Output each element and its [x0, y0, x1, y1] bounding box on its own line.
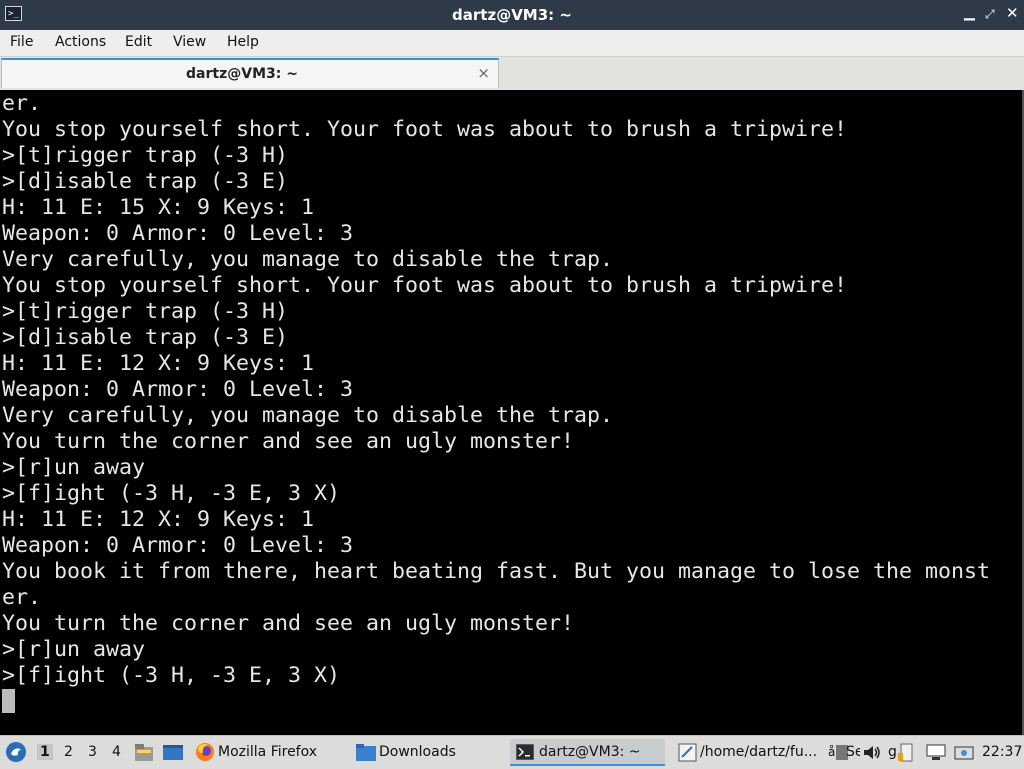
- tab-label: dartz@VM3: ~: [186, 66, 298, 82]
- terminal-line: You stop yourself short. Your foot was a…: [2, 117, 848, 142]
- minimize-icon[interactable]: ▁: [964, 5, 975, 21]
- terminal-line: H: 11 E: 12 X: 9 Keys: 1: [2, 507, 315, 532]
- terminal-line: Weapon: 0 Armor: 0 Level: 3: [2, 533, 354, 558]
- task-g[interactable]: g: [888, 744, 898, 760]
- menu-actions[interactable]: Actions: [55, 34, 106, 50]
- start-menu-icon[interactable]: [5, 741, 27, 763]
- tab-bar: dartz@VM3: ~ ×: [0, 57, 1024, 90]
- task-downloads[interactable]: Downloads: [379, 744, 456, 760]
- workspace-4[interactable]: 4: [112, 744, 121, 760]
- network-icon[interactable]: [926, 744, 946, 761]
- terminal-line: Weapon: 0 Armor: 0 Level: 3: [2, 221, 354, 246]
- terminal-line: >[r]un away: [2, 637, 146, 662]
- clock[interactable]: 22:37: [982, 744, 1022, 760]
- close-icon[interactable]: ✕: [1006, 4, 1019, 22]
- clipboard-icon[interactable]: [898, 743, 914, 762]
- terminal-line: Very carefully, you manage to disable th…: [2, 403, 614, 428]
- show-desktop-icon[interactable]: [162, 743, 184, 762]
- terminal-output[interactable]: er. You stop yourself short. Your foot w…: [0, 90, 1024, 735]
- window-titlebar[interactable]: >_ dartz@VM3: ~ ▁ ⤢ ✕: [0, 0, 1024, 30]
- notification-icon[interactable]: [954, 744, 974, 761]
- firefox-icon: [196, 743, 214, 761]
- tab-close-icon[interactable]: ×: [477, 64, 490, 82]
- terminal-line: >[f]ight (-3 H, -3 E, 3 X): [2, 663, 341, 688]
- terminal-line: You stop yourself short. Your foot was a…: [2, 273, 848, 298]
- menu-file[interactable]: File: [10, 34, 33, 50]
- task-firefox[interactable]: Mozilla Firefox: [218, 744, 317, 760]
- volume-icon[interactable]: [863, 744, 881, 761]
- menu-bar: File Actions Edit View Help: [0, 30, 1024, 57]
- overflow-indicator: å: [828, 745, 836, 759]
- terminal-line: >[t]rigger trap (-3 H): [2, 299, 289, 324]
- terminal-line: You book it from there, heart beating fa…: [2, 559, 991, 584]
- terminal-line: >[r]un away: [2, 455, 146, 480]
- menu-edit[interactable]: Edit: [125, 34, 152, 50]
- terminal-line: er.: [2, 585, 42, 610]
- terminal-line: >[t]rigger trap (-3 H): [2, 143, 289, 168]
- text-editor-icon: [678, 743, 697, 762]
- terminal-line: H: 11 E: 12 X: 9 Keys: 1: [2, 351, 315, 376]
- window-title: dartz@VM3: ~: [452, 6, 572, 24]
- workspace-3[interactable]: 3: [88, 744, 97, 760]
- workspace-2[interactable]: 2: [64, 744, 73, 760]
- task-terminal[interactable]: dartz@VM3: ~: [539, 744, 641, 760]
- terminal-line: H: 11 E: 15 X: 9 Keys: 1: [2, 195, 315, 220]
- terminal-line: Very carefully, you manage to disable th…: [2, 247, 614, 272]
- terminal-line: You turn the corner and see an ugly mons…: [2, 429, 575, 454]
- taskbar: 1 2 3 4 Mozilla Firefox Downloads dartz@…: [0, 735, 1024, 769]
- menu-help[interactable]: Help: [227, 34, 259, 50]
- terminal-line: >[d]isable trap (-3 E): [2, 325, 289, 350]
- task-text-editor[interactable]: /home/dartz/fu...: [700, 744, 822, 760]
- terminal-tab[interactable]: dartz@VM3: ~ ×: [1, 58, 499, 88]
- folder-icon: [356, 744, 376, 761]
- terminal-line: er.: [2, 91, 42, 116]
- restore-icon[interactable]: ⤢: [985, 7, 995, 22]
- task-settings[interactable]: Se: [846, 744, 860, 760]
- terminal-line: >[f]ight (-3 H, -3 E, 3 X): [2, 481, 341, 506]
- workspace-1[interactable]: 1: [37, 744, 53, 760]
- terminal-cursor: [2, 689, 15, 713]
- menu-view[interactable]: View: [173, 34, 206, 50]
- terminal-line: Weapon: 0 Armor: 0 Level: 3: [2, 377, 354, 402]
- terminal-line: You turn the corner and see an ugly mons…: [2, 611, 575, 636]
- terminal-line: >[d]isable trap (-3 E): [2, 169, 289, 194]
- terminal-icon: [516, 744, 534, 760]
- file-manager-launcher-icon[interactable]: [134, 743, 154, 762]
